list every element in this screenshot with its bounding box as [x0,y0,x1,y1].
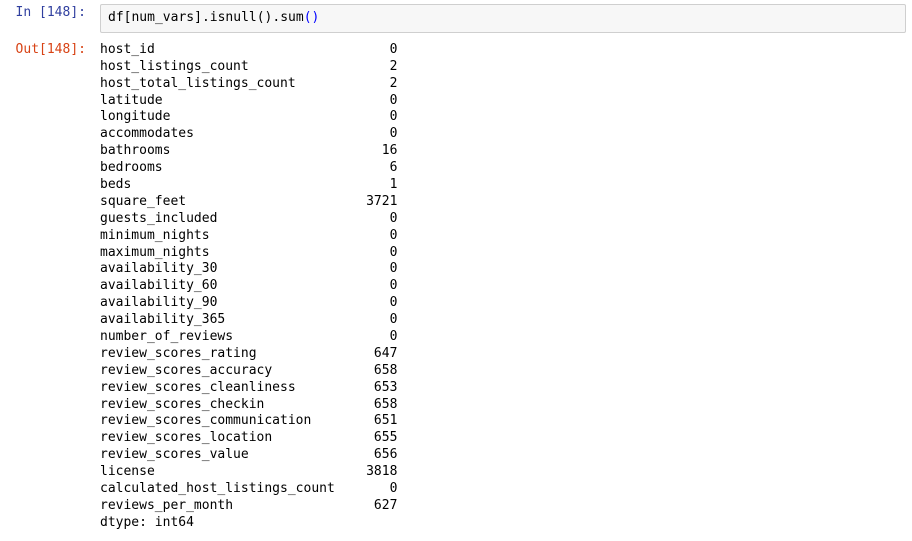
code-token: () [257,10,273,25]
code-token: . [202,10,210,25]
code-token: num_vars [131,10,194,25]
input-prompt: In [148]: [0,0,94,26]
output-text: host_id 0 host_listings_count 2 host_tot… [94,37,912,537]
code-token: () [304,10,320,25]
code-token: df [108,10,124,25]
input-area-wrap: df[num_vars].isnull().sum() [94,0,912,37]
output-prompt: Out[148]: [0,37,94,63]
input-cell: In [148]: df[num_vars].isnull().sum() [0,0,912,37]
output-cell: Out[148]: host_id 0 host_listings_count … [0,37,912,537]
code-line: df[num_vars].isnull().sum() [108,10,319,25]
code-token: sum [280,10,303,25]
code-token: isnull [210,10,257,25]
code-input[interactable]: df[num_vars].isnull().sum() [100,4,906,33]
code-token: ] [194,10,202,25]
